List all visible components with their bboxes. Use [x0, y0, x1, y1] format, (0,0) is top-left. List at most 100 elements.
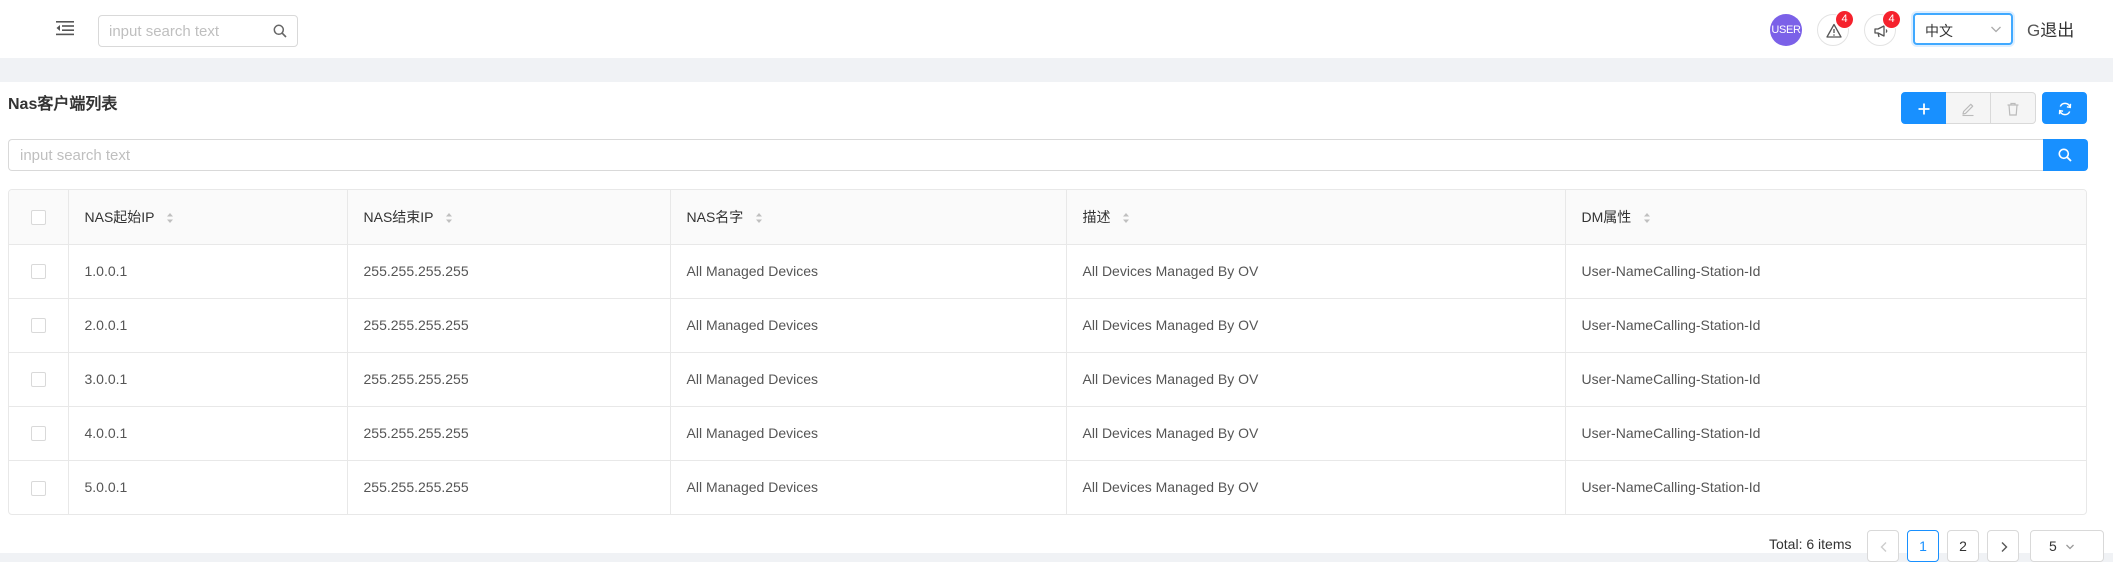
add-button[interactable]	[1901, 92, 1946, 124]
cell-start-ip: 3.0.0.1	[68, 352, 348, 407]
total-items: Total: 6 items	[1769, 536, 1852, 552]
table-header-row: NAS起始IP NAS结束IP NAS名字 描述 DM属性	[9, 190, 2086, 245]
cell-end-ip: 255.255.255.255	[347, 298, 671, 353]
table-row[interactable]: 5.0.0.1 255.255.255.255 All Managed Devi…	[9, 460, 2086, 514]
cell-start-ip: 5.0.0.1	[68, 460, 348, 514]
nas-client-table: NAS起始IP NAS结束IP NAS名字 描述 DM属性 1.0.0.1 25…	[8, 189, 2087, 515]
chevron-right-icon	[2001, 542, 2008, 552]
notices-badge: 4	[1883, 11, 1900, 28]
column-header-dm-attribute[interactable]: DM属性	[1565, 190, 2086, 245]
table-row[interactable]: 1.0.0.1 255.255.255.255 All Managed Devi…	[9, 244, 2086, 299]
column-label: NAS起始IP	[84, 208, 155, 225]
cell-dm-attribute: User-NameCalling-Station-Id	[1565, 406, 2086, 461]
row-checkbox[interactable]	[30, 426, 46, 442]
plus-icon	[1918, 103, 1930, 115]
page-size-select[interactable]: 5	[2030, 530, 2104, 562]
language-select[interactable]: 中文	[1913, 13, 2013, 45]
column-label: NAS名字	[686, 208, 744, 225]
cell-dm-attribute: User-NameCalling-Station-Id	[1565, 298, 2086, 353]
page-title: Nas客户端列表	[8, 96, 118, 113]
cell-end-ip: 255.255.255.255	[347, 460, 671, 514]
table-search	[8, 139, 2088, 171]
cell-description: All Devices Managed By OV	[1066, 352, 1566, 407]
row-checkbox-cell	[9, 244, 69, 299]
cell-description: All Devices Managed By OV	[1066, 406, 1566, 461]
header-checkbox-cell	[9, 190, 69, 245]
cell-nas-name: All Managed Devices	[670, 352, 1067, 407]
sort-icon[interactable]	[1643, 211, 1651, 223]
page-2-button[interactable]: 2	[1947, 530, 1979, 562]
column-label: DM属性	[1581, 208, 1632, 225]
cell-nas-name: All Managed Devices	[670, 406, 1067, 461]
chevron-left-icon	[1880, 542, 1887, 552]
cell-description: All Devices Managed By OV	[1066, 244, 1566, 299]
column-header-start-ip[interactable]: NAS起始IP	[68, 190, 348, 245]
language-value: 中文	[1925, 23, 1953, 39]
cell-dm-attribute: User-NameCalling-Station-Id	[1581, 479, 1761, 496]
row-checkbox[interactable]	[30, 372, 46, 388]
column-header-end-ip[interactable]: NAS结束IP	[347, 190, 671, 245]
cell-start-ip: 1.0.0.1	[68, 244, 348, 299]
page-1-button[interactable]: 1	[1907, 530, 1939, 562]
trash-icon	[2007, 102, 2019, 116]
cell-description: All Devices Managed By OV	[1066, 298, 1566, 353]
cell-nas-name: All Managed Devices	[670, 460, 1067, 514]
refresh-icon	[2058, 102, 2072, 116]
menu-fold-icon[interactable]	[56, 20, 74, 36]
refresh-button[interactable]	[2042, 92, 2087, 124]
column-label: 描述	[1082, 208, 1111, 225]
table-row[interactable]: 2.0.0.1 255.255.255.255 All Managed Devi…	[9, 298, 2086, 353]
column-header-description[interactable]: 描述	[1066, 190, 1566, 245]
cell-nas-name: All Managed Devices	[670, 298, 1067, 353]
chevron-down-icon	[1991, 26, 2001, 33]
search-icon	[2058, 148, 2072, 162]
avatar[interactable]: USER	[1770, 14, 1802, 46]
row-checkbox[interactable]	[30, 480, 46, 496]
sort-icon[interactable]	[445, 211, 453, 223]
table-search-input[interactable]	[8, 139, 2044, 171]
logout-button[interactable]: G退出	[2027, 16, 2074, 41]
cell-end-ip: 255.255.255.255	[347, 406, 671, 461]
row-checkbox-cell	[9, 460, 69, 514]
notices-button[interactable]: 4	[1864, 11, 1900, 46]
select-all-checkbox[interactable]	[30, 210, 46, 226]
top-header: USER 4 4 中文 G退出	[0, 0, 2113, 58]
table-row[interactable]: 3.0.0.1 255.255.255.255 All Managed Devi…	[9, 352, 2086, 407]
alerts-button[interactable]: 4	[1817, 11, 1853, 46]
logout-icon: G	[2027, 21, 2041, 40]
pagination: Total: 6 items 1 2 5	[0, 528, 2113, 562]
edit-icon	[1962, 103, 1974, 117]
delete-button[interactable]	[1991, 92, 2036, 124]
header-search-input[interactable]	[99, 16, 269, 46]
next-page-button[interactable]	[1987, 530, 2019, 562]
row-checkbox[interactable]	[30, 318, 46, 334]
chevron-down-icon	[2066, 544, 2074, 550]
table-row[interactable]: 4.0.0.1 255.255.255.255 All Managed Devi…	[9, 406, 2086, 461]
alerts-badge: 4	[1836, 11, 1853, 28]
sort-icon[interactable]	[1122, 211, 1130, 223]
logout-label: 退出	[2040, 21, 2075, 40]
page-size-value: 5	[2049, 538, 2057, 554]
row-checkbox-cell	[9, 298, 69, 353]
row-checkbox-cell	[9, 406, 69, 461]
cell-nas-name: All Managed Devices	[670, 244, 1067, 299]
cell-dm-attribute: User-NameCalling-Station-Id	[1565, 352, 2086, 407]
header-search	[98, 15, 298, 47]
sort-icon[interactable]	[755, 211, 763, 223]
prev-page-button[interactable]	[1867, 530, 1899, 562]
row-checkbox[interactable]	[30, 264, 46, 280]
content-panel: Nas客户端列表 input search text NAS起始IP NAS结束…	[0, 82, 2113, 562]
cell-dm-attribute: User-NameCalling-Station-Id	[1565, 244, 2086, 299]
search-icon[interactable]	[273, 24, 287, 38]
row-checkbox-cell	[9, 352, 69, 407]
cell-start-ip: 4.0.0.1	[68, 406, 348, 461]
cell-end-ip: 255.255.255.255	[347, 244, 671, 299]
cell-start-ip: 2.0.0.1	[68, 298, 348, 353]
table-search-button[interactable]	[2043, 139, 2088, 171]
column-header-nas-name[interactable]: NAS名字	[670, 190, 1067, 245]
cell-end-ip: 255.255.255.255	[347, 352, 671, 407]
sort-icon[interactable]	[166, 211, 174, 223]
cell-description: All Devices Managed By OV	[1066, 460, 1566, 514]
edit-button[interactable]	[1946, 92, 1991, 124]
column-label: NAS结束IP	[363, 208, 434, 225]
